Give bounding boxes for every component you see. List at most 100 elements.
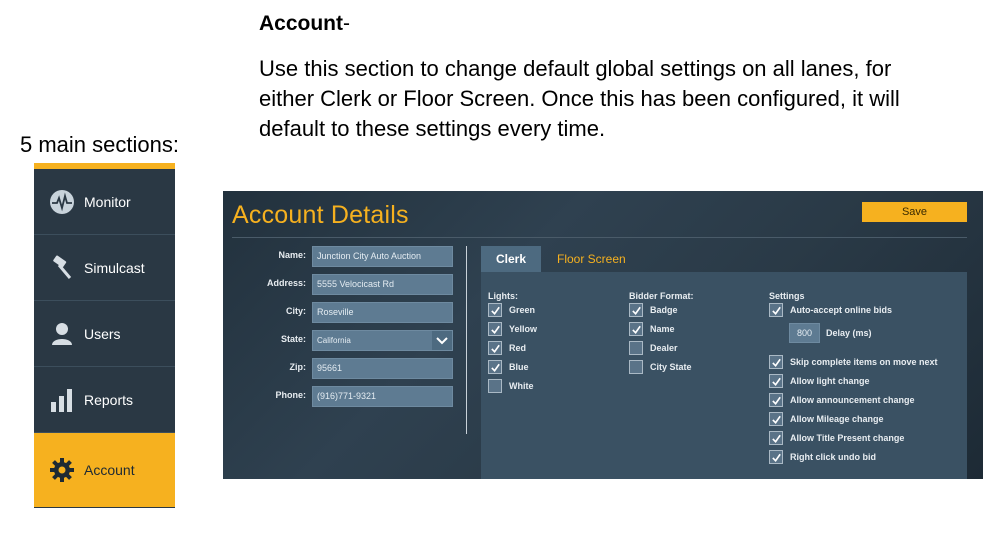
checkbox-label: City State bbox=[650, 362, 692, 372]
allow-mileage-checkbox[interactable] bbox=[769, 412, 783, 426]
tab-clerk[interactable]: Clerk bbox=[481, 246, 541, 272]
checkbox-label: Green bbox=[509, 305, 536, 315]
heading-bold: Account bbox=[259, 12, 343, 35]
checkbox-label: Badge bbox=[650, 305, 678, 315]
city-row: City: Roseville bbox=[223, 302, 463, 324]
heading-suffix: - bbox=[343, 12, 350, 35]
delay-input[interactable]: 800 bbox=[789, 323, 820, 343]
chevron-down-icon[interactable] bbox=[432, 331, 452, 350]
checkbox-label: Yellow bbox=[509, 324, 538, 334]
phone-label: Phone: bbox=[275, 390, 307, 400]
light-white-checkbox[interactable] bbox=[488, 379, 502, 393]
bidder-dealer-checkbox[interactable] bbox=[629, 341, 643, 355]
settings-header: Settings bbox=[769, 291, 805, 301]
account-details-panel: Account Details Save Name: Junction City… bbox=[223, 191, 983, 479]
checkbox-label: Skip complete items on move next bbox=[790, 357, 938, 367]
state-select[interactable]: California bbox=[312, 330, 453, 351]
bidder-name-checkbox[interactable] bbox=[629, 322, 643, 336]
delay-row: 800 Delay (ms) bbox=[789, 323, 872, 343]
allow-announcement-checkbox[interactable] bbox=[769, 393, 783, 407]
sidebar-item-monitor[interactable]: Monitor bbox=[34, 169, 175, 235]
sidebar-item-label: Reports bbox=[84, 391, 134, 408]
right-click-undo-checkbox[interactable] bbox=[769, 450, 783, 464]
checkmark-icon bbox=[490, 363, 500, 372]
checkmark-icon bbox=[490, 325, 500, 334]
checkbox-label: Blue bbox=[509, 362, 529, 372]
allow-title-present-option: Allow Title Present change bbox=[769, 430, 904, 446]
light-red-checkbox[interactable] bbox=[488, 341, 502, 355]
bidder-badge-checkbox[interactable] bbox=[629, 303, 643, 317]
checkbox-label: Allow Mileage change bbox=[790, 414, 884, 424]
allow-announcement-option: Allow announcement change bbox=[769, 392, 915, 408]
zip-label: Zip: bbox=[289, 362, 307, 372]
city-field[interactable]: Roseville bbox=[312, 302, 453, 323]
bidder-city-state-checkbox[interactable] bbox=[629, 360, 643, 374]
state-select-value: California bbox=[317, 336, 351, 345]
delay-label: Delay (ms) bbox=[826, 328, 872, 338]
name-field[interactable]: Junction City Auto Auction bbox=[312, 246, 453, 267]
allow-light-checkbox[interactable] bbox=[769, 374, 783, 388]
checkbox-label: Right click undo bid bbox=[790, 452, 876, 462]
allow-title-present-checkbox[interactable] bbox=[769, 431, 783, 445]
checkmark-icon bbox=[771, 396, 781, 405]
name-row: Name: Junction City Auto Auction bbox=[223, 246, 463, 268]
zip-field[interactable]: 95661 bbox=[312, 358, 453, 379]
city-label: City: bbox=[286, 306, 306, 316]
checkbox-label: Allow Title Present change bbox=[790, 433, 905, 443]
checkbox-label: White bbox=[509, 381, 534, 391]
light-blue-checkbox[interactable] bbox=[488, 360, 502, 374]
auto-accept-checkbox[interactable] bbox=[769, 303, 783, 317]
bidder-dealer-option: Dealer bbox=[629, 340, 678, 356]
bidder-city-state-option: City State bbox=[629, 359, 692, 375]
checkmark-icon bbox=[631, 306, 641, 315]
checkbox-label: Allow announcement change bbox=[790, 395, 915, 405]
gavel-icon bbox=[48, 254, 76, 282]
bidder-name-option: Name bbox=[629, 321, 675, 337]
bar-chart-icon bbox=[48, 386, 76, 414]
checkmark-icon bbox=[771, 415, 781, 424]
allow-mileage-option: Allow Mileage change bbox=[769, 411, 884, 427]
sidebar-item-simulcast[interactable]: Simulcast bbox=[34, 235, 175, 301]
skip-complete-option: Skip complete items on move next bbox=[769, 354, 938, 370]
save-button[interactable]: Save bbox=[862, 202, 967, 222]
light-yellow-checkbox[interactable] bbox=[488, 322, 502, 336]
sidebar-item-reports[interactable]: Reports bbox=[34, 367, 175, 433]
gear-icon bbox=[48, 456, 76, 484]
tab-floor-screen[interactable]: Floor Screen bbox=[557, 246, 626, 272]
section-heading: Account- bbox=[259, 12, 350, 36]
sections-label: 5 main sections: bbox=[20, 132, 179, 157]
page-title: Account Details bbox=[232, 201, 409, 229]
monitor-pulse-icon bbox=[48, 188, 76, 216]
light-red-option: Red bbox=[488, 340, 526, 356]
sidebar-item-label: Account bbox=[84, 462, 135, 478]
state-label: State: bbox=[280, 334, 306, 344]
phone-row: Phone: (916)771-9321 bbox=[223, 386, 463, 408]
light-blue-option: Blue bbox=[488, 359, 529, 375]
sidebar-item-label: Simulcast bbox=[84, 259, 145, 276]
address-field[interactable]: 5555 Velocicast Rd bbox=[312, 274, 453, 295]
checkmark-icon bbox=[490, 306, 500, 315]
allow-light-option: Allow light change bbox=[769, 373, 870, 389]
checkbox-label: Auto-accept online bids bbox=[790, 305, 893, 315]
sidebar-item-users[interactable]: Users bbox=[34, 301, 175, 367]
checkmark-icon bbox=[771, 306, 781, 315]
checkbox-label: Red bbox=[509, 343, 527, 353]
lights-header: Lights: bbox=[488, 291, 518, 301]
sidebar-item-account[interactable]: Account bbox=[34, 433, 175, 507]
checkbox-label: Name bbox=[650, 324, 675, 334]
light-green-checkbox[interactable] bbox=[488, 303, 502, 317]
right-click-undo-option: Right click undo bid bbox=[769, 449, 876, 465]
sidebar-item-label: Users bbox=[84, 325, 121, 342]
phone-field[interactable]: (916)771-9321 bbox=[312, 386, 453, 407]
light-white-option: White bbox=[488, 378, 534, 394]
bidder-badge-option: Badge bbox=[629, 302, 678, 318]
section-description: Use this section to change default globa… bbox=[259, 56, 900, 141]
checkmark-icon bbox=[771, 377, 781, 386]
sidebar-item-label: Monitor bbox=[84, 193, 131, 210]
checkmark-icon bbox=[631, 325, 641, 334]
checkbox-label: Dealer bbox=[650, 343, 678, 353]
checkmark-icon bbox=[490, 344, 500, 353]
title-divider bbox=[232, 237, 967, 238]
state-row: State: California bbox=[223, 330, 463, 352]
skip-complete-checkbox[interactable] bbox=[769, 355, 783, 369]
